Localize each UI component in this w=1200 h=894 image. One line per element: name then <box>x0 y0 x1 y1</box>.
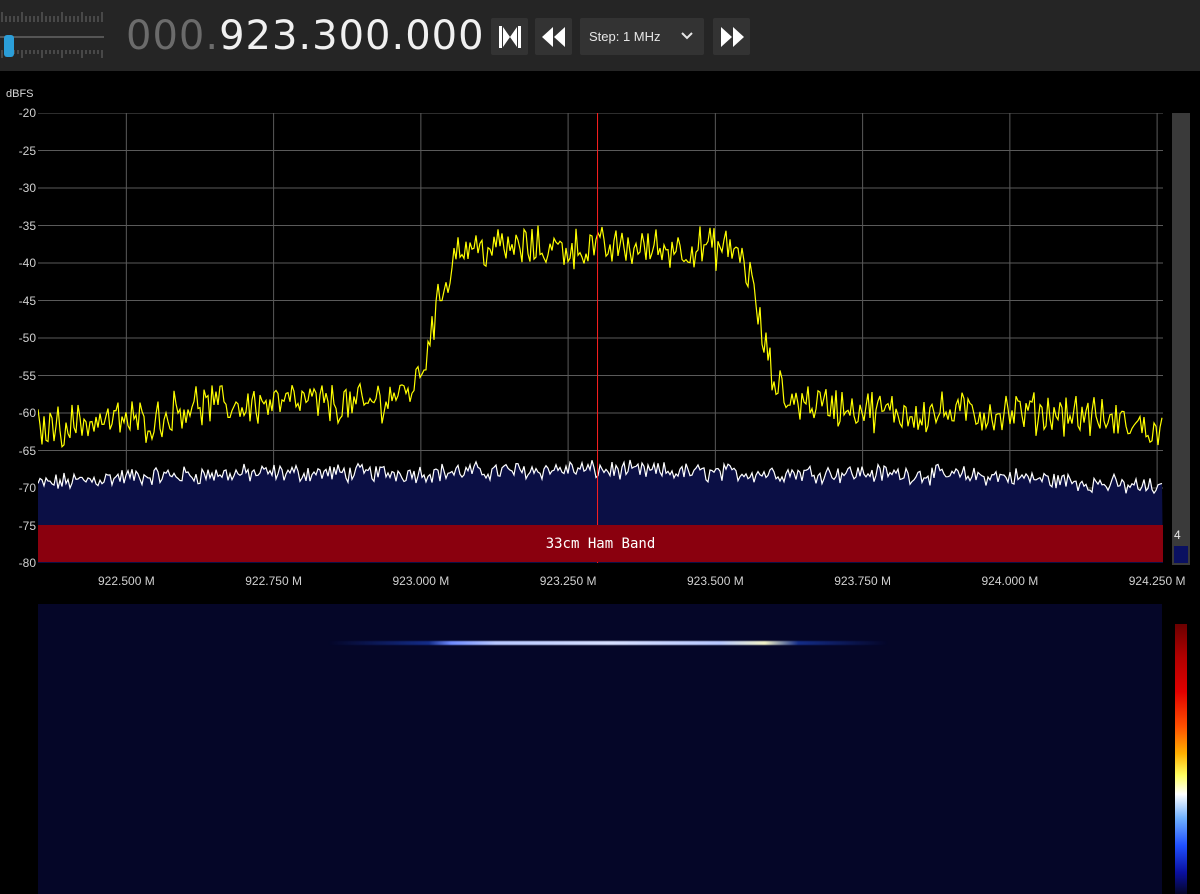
slider-ticks <box>0 12 104 58</box>
averaging-thumb[interactable] <box>1174 546 1188 563</box>
y-tick-label: -30 <box>18 181 36 195</box>
gain-slider[interactable] <box>0 10 104 60</box>
slider-thumb[interactable] <box>4 35 14 57</box>
waterfall-signal-trace <box>328 641 888 645</box>
frequency-digits[interactable]: 923.300.000 <box>219 13 484 59</box>
x-tick-label: 922.750 M <box>245 574 302 588</box>
band-plan-bar[interactable]: 33cm Ham Band <box>38 525 1163 562</box>
fast-forward-icon <box>720 26 744 47</box>
x-tick-label: 924.250 M <box>1128 574 1186 588</box>
step-up-button[interactable] <box>713 18 750 55</box>
step-size-select[interactable]: Step: 1 MHz <box>580 18 704 55</box>
x-tick-label: 923.500 M <box>686 574 744 588</box>
top-toolbar: 000.923.300.000 Step: 1 MHz <box>0 0 1200 71</box>
y-tick-label: -65 <box>18 443 36 458</box>
band-label: 33cm Ham Band <box>545 535 656 552</box>
spectrum-panel: dBFS -20 -25 -30 -35 -40 -45 -50 -55 -60 -65 -70 -7… <box>0 80 1200 600</box>
y-tick-label: -60 <box>18 406 36 420</box>
frequency-display[interactable]: 000.923.300.000 <box>126 10 485 62</box>
center-tuning-button[interactable] <box>491 18 528 55</box>
spectrum-plot[interactable] <box>38 113 1163 563</box>
center-tuning-icon <box>498 25 521 48</box>
y-tick-label: -45 <box>18 293 36 308</box>
x-tick-label: 922.500 M <box>97 574 155 588</box>
averaging-slider[interactable] <box>1172 113 1190 565</box>
y-axis-unit: dBFS <box>6 88 34 100</box>
x-tick-label: 923.000 M <box>392 574 450 588</box>
y-tick-label: -55 <box>18 368 36 383</box>
rewind-icon <box>541 26 565 47</box>
x-tick-label: 923.250 M <box>539 574 597 588</box>
step-size-label: Step: 1 MHz <box>589 29 661 44</box>
x-tick-label: 923.750 M <box>834 574 891 588</box>
y-tick-label: -50 <box>18 331 36 345</box>
waterfall-display[interactable] <box>38 604 1162 894</box>
chevron-down-icon <box>681 32 693 40</box>
y-tick-label: -75 <box>18 518 36 533</box>
y-tick-label: -80 <box>18 556 36 570</box>
averaging-value: 4 <box>1174 528 1181 542</box>
waterfall-colorbar[interactable] <box>1175 624 1187 894</box>
y-tick-label: -70 <box>18 481 36 495</box>
x-tick-label: 924.000 M <box>981 574 1039 588</box>
y-tick-label: -35 <box>18 218 36 233</box>
step-down-button[interactable] <box>535 18 572 55</box>
y-tick-label: -20 <box>18 106 36 120</box>
y-tick-label: -25 <box>18 143 36 158</box>
frequency-dim-digits[interactable]: 000. <box>126 13 219 59</box>
y-tick-label: -40 <box>18 256 36 270</box>
